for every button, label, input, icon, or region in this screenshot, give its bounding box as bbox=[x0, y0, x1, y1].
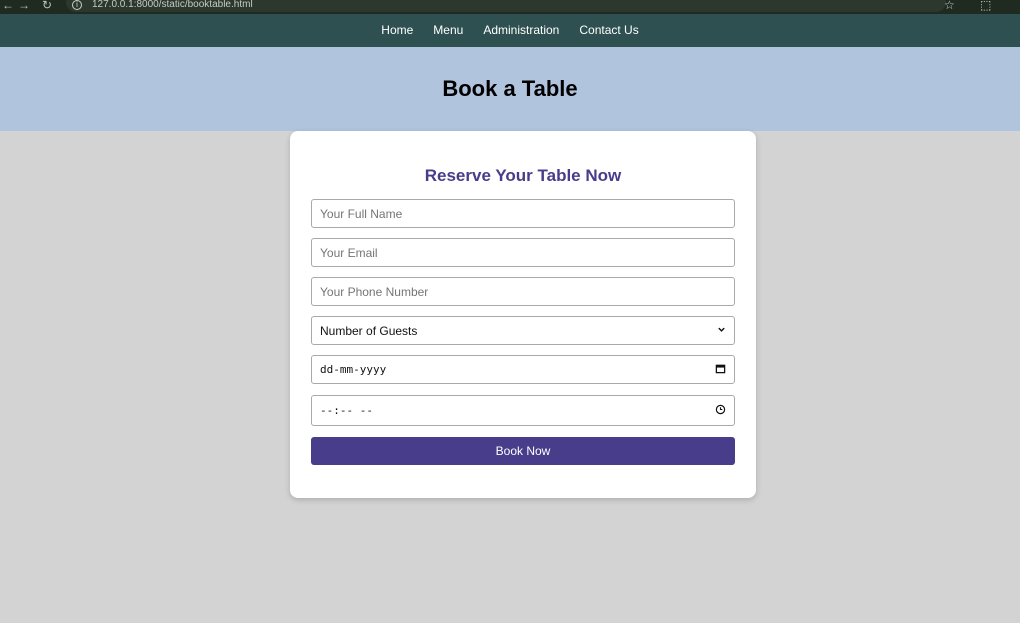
browser-toolbar: ← → ↻ i 127.0.0.1:8000/static/booktable.… bbox=[0, 0, 1020, 14]
reload-icon[interactable]: ↻ bbox=[42, 0, 52, 11]
phone-input[interactable]: Your Phone Number bbox=[311, 277, 735, 306]
chevron-down-icon bbox=[717, 325, 726, 337]
forward-icon[interactable]: → bbox=[18, 0, 30, 11]
form-heading: Reserve Your Table Now bbox=[424, 166, 622, 185]
time-input[interactable]: --:-- -- bbox=[311, 395, 735, 426]
nav-menu-link[interactable]: Menu bbox=[423, 14, 473, 47]
time-value: --:-- -- bbox=[320, 404, 373, 417]
reservation-card: Reserve Your Table Now Your Full Name Yo… bbox=[290, 131, 756, 498]
page-header: Book a Table bbox=[0, 47, 1020, 131]
phone-placeholder: Your Phone Number bbox=[320, 284, 429, 299]
full-name-input[interactable]: Your Full Name bbox=[311, 199, 735, 228]
email-input[interactable]: Your Email bbox=[311, 238, 735, 267]
nav-home-link[interactable]: Home bbox=[371, 14, 423, 47]
date-input[interactable]: dd-mm-yyyy bbox=[311, 355, 735, 384]
site-navbar: Home Menu Administration Contact Us bbox=[0, 14, 1020, 47]
site-info-icon[interactable]: i bbox=[72, 0, 82, 10]
full-name-placeholder: Your Full Name bbox=[320, 206, 403, 221]
nav-contact-link[interactable]: Contact Us bbox=[569, 14, 648, 47]
page-title: Book a Table bbox=[442, 76, 578, 101]
date-value: dd-mm-yyyy bbox=[320, 363, 387, 376]
clock-icon[interactable] bbox=[715, 404, 726, 418]
extensions-icon[interactable]: ⬚ bbox=[980, 0, 991, 11]
back-icon[interactable]: ← bbox=[2, 0, 14, 11]
guests-select[interactable]: Number of Guests bbox=[311, 316, 735, 345]
bookmark-star-icon[interactable]: ☆ bbox=[944, 0, 955, 11]
email-placeholder: Your Email bbox=[320, 245, 378, 260]
calendar-icon[interactable] bbox=[715, 363, 726, 377]
url-text[interactable]: 127.0.0.1:8000/static/booktable.html bbox=[92, 0, 253, 10]
guests-selected-value: Number of Guests bbox=[320, 323, 418, 338]
book-now-button[interactable]: Book Now bbox=[311, 437, 735, 465]
nav-administration-link[interactable]: Administration bbox=[473, 14, 569, 47]
